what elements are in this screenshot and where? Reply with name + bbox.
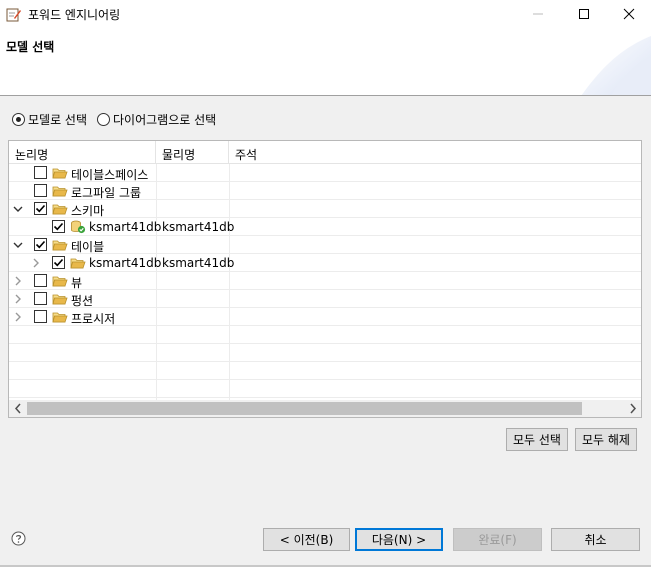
folder-icon (52, 240, 68, 251)
folder-icon (52, 312, 68, 323)
maximize-button[interactable] (561, 0, 607, 28)
window-title: 포워드 엔지니어링 (28, 8, 121, 22)
tree-row-checkbox[interactable] (34, 184, 47, 197)
tree-row-checkbox[interactable] (34, 202, 47, 215)
tree-row[interactable]: 프로시저 (9, 308, 641, 326)
row-divider (9, 289, 641, 290)
minimize-button[interactable] (515, 0, 561, 28)
folder-icon (52, 186, 68, 197)
tree-row[interactable]: 테이블스페이스 (9, 164, 641, 182)
tree-row[interactable]: 로그파일 그룹 (9, 182, 641, 200)
tree-row-logical-name: ksmart41db (89, 256, 162, 270)
row-divider (9, 253, 641, 254)
selection-mode-group: 모델로 선택 다이어그램으로 선택 (12, 110, 226, 128)
tree-row-physical-name: ksmart41db (162, 220, 235, 234)
wizard-header: 모델 선택 (0, 28, 651, 96)
model-tree-table[interactable]: 논리명 물리명 주석 테이블스페이스 로그파일 그룹 스키마 ksmart41db ks… (8, 140, 642, 418)
folder-icon (52, 168, 68, 179)
select-by-model-radio[interactable] (12, 112, 25, 126)
select-by-model-label: 모델로 선택 (28, 112, 88, 127)
tree-row[interactable]: 뷰 (9, 272, 641, 290)
scrollbar-thumb[interactable] (27, 402, 582, 415)
chevron-right-icon[interactable] (13, 275, 23, 287)
row-divider (9, 307, 641, 308)
next-button[interactable]: 다음(N) > (355, 528, 443, 551)
scroll-right-icon[interactable] (628, 403, 638, 414)
forward-engineering-app-icon (6, 8, 21, 22)
deselect-all-button[interactable]: 모두 해제 (575, 428, 637, 451)
tree-row-checkbox[interactable] (34, 166, 47, 179)
tree-row-checkbox[interactable] (34, 274, 47, 287)
folder-icon (70, 258, 86, 269)
check-icon (53, 222, 64, 231)
folder-icon (52, 276, 68, 287)
tree-row-checkbox[interactable] (34, 310, 47, 323)
tree-row-checkbox[interactable] (34, 238, 47, 251)
select-all-button[interactable]: 모두 선택 (506, 428, 568, 451)
row-divider (9, 217, 641, 218)
maximize-icon (579, 9, 589, 19)
tree-row-logical-name: ksmart41db (89, 220, 162, 234)
row-divider (9, 235, 641, 236)
row-divider (9, 271, 641, 272)
back-button[interactable]: < 이전(B) (263, 528, 350, 551)
chevron-right-icon[interactable] (31, 257, 41, 269)
horizontal-scrollbar[interactable] (9, 400, 641, 417)
scroll-left-icon[interactable] (13, 403, 23, 414)
tree-row[interactable]: 테이블 (9, 236, 641, 254)
chevron-down-icon[interactable] (13, 239, 23, 251)
chevron-right-icon[interactable] (13, 311, 23, 323)
check-icon (35, 240, 46, 249)
close-button[interactable] (606, 0, 651, 28)
tree-row[interactable]: ksmart41db ksmart41db (9, 254, 641, 272)
close-icon (623, 8, 635, 20)
tree-row-checkbox[interactable] (52, 256, 65, 269)
row-divider (9, 361, 641, 362)
help-icon[interactable] (11, 531, 26, 546)
tree-row[interactable]: ksmart41db ksmart41db (9, 218, 641, 236)
minimize-icon (533, 13, 543, 15)
title-bar: 포워드 엔지니어링 (0, 0, 651, 28)
column-header-physical-name[interactable]: 물리명 (156, 141, 229, 164)
tree-row[interactable]: 펑션 (9, 290, 641, 308)
row-divider (9, 343, 641, 344)
chevron-right-icon[interactable] (13, 293, 23, 305)
select-by-diagram-radio[interactable] (97, 112, 111, 126)
select-by-diagram-option[interactable]: 다이어그램으로 선택 (97, 111, 216, 128)
cancel-button[interactable]: 취소 (551, 528, 640, 551)
tree-row[interactable]: 스키마 (9, 200, 641, 218)
select-by-model-option[interactable]: 모델로 선택 (12, 111, 87, 128)
finish-button[interactable]: 완료(F) (453, 528, 542, 551)
folder-icon (52, 204, 68, 215)
row-divider (9, 181, 641, 182)
select-by-diagram-label: 다이어그램으로 선택 (113, 112, 217, 127)
header-banner-graphic (581, 36, 651, 95)
row-divider (9, 397, 641, 398)
page-title: 모델 선택 (6, 40, 55, 54)
check-icon (35, 204, 46, 213)
row-divider (9, 325, 641, 326)
tree-row-physical-name: ksmart41db (162, 256, 235, 270)
tree-row-checkbox[interactable] (34, 292, 47, 305)
tree-row-checkbox[interactable] (52, 220, 65, 233)
folder-icon (52, 294, 68, 305)
column-header-logical-name[interactable]: 논리명 (9, 141, 156, 164)
row-divider (9, 379, 641, 380)
column-header-comment[interactable]: 주석 (229, 141, 641, 164)
schema-icon (71, 220, 86, 234)
chevron-down-icon[interactable] (13, 203, 23, 215)
check-icon (53, 258, 64, 267)
row-divider (9, 199, 641, 200)
